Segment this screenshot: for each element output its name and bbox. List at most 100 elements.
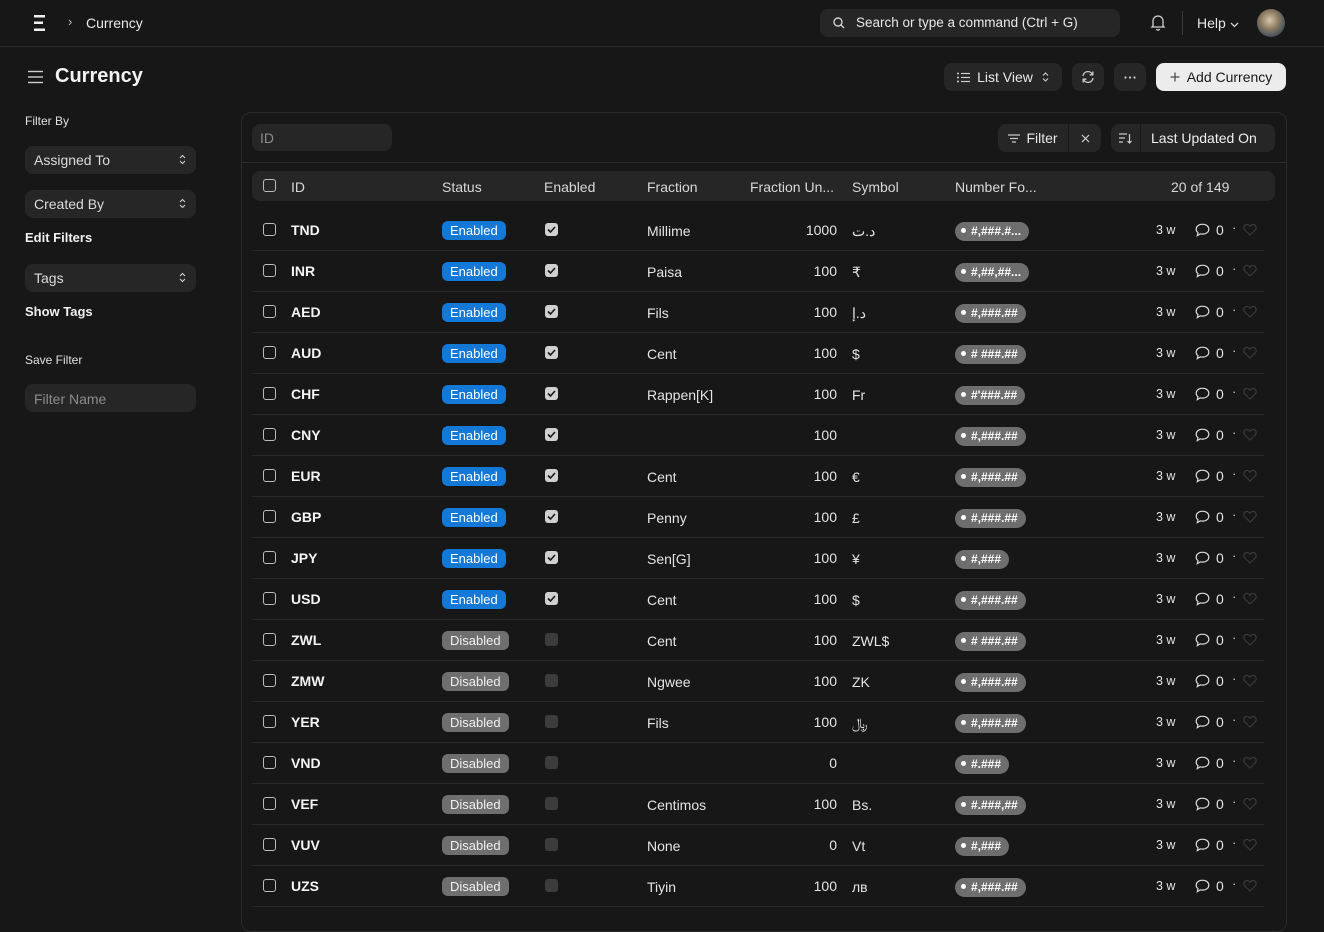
currency-id[interactable]: EUR: [291, 468, 321, 484]
bell-icon[interactable]: [1150, 14, 1166, 31]
filter-button[interactable]: Filter: [998, 124, 1068, 152]
row-checkbox[interactable]: [263, 879, 276, 892]
comment-count[interactable]: 0: [1195, 796, 1224, 812]
clear-filter-button[interactable]: [1069, 124, 1101, 152]
comment-count[interactable]: 0: [1195, 550, 1224, 566]
currency-id[interactable]: VND: [291, 755, 321, 771]
table-row[interactable]: AUD Enabled Cent 100 $ # ###.## 3 w 0 ·: [252, 333, 1264, 374]
table-row[interactable]: TND Enabled Millime 1000 د.ت #,###.#... 3 w 0 ·: [252, 210, 1264, 251]
row-checkbox[interactable]: [263, 838, 276, 851]
table-row[interactable]: CHF Enabled Rappen[K] 100 Fr #'###.## 3 w 0 ·: [252, 374, 1264, 415]
table-row[interactable]: VUV Disabled None 0 Vt #,### 3 w 0 ·: [252, 825, 1264, 866]
table-row[interactable]: UZS Disabled Tiyin 100 лв #,###.## 3 w 0 ·: [252, 866, 1264, 907]
search-bar[interactable]: Search or type a command (Ctrl + G): [820, 9, 1120, 37]
breadcrumb-currency[interactable]: Currency: [86, 15, 143, 31]
currency-id[interactable]: ZMW: [291, 673, 324, 689]
assigned-to-select[interactable]: Assigned To: [25, 146, 196, 174]
row-checkbox[interactable]: [263, 305, 276, 318]
help-menu[interactable]: Help: [1197, 15, 1239, 31]
heart-icon[interactable]: [1243, 592, 1257, 605]
heart-icon[interactable]: [1243, 469, 1257, 482]
heart-icon[interactable]: [1243, 715, 1257, 728]
show-tags-link[interactable]: Show Tags: [25, 304, 93, 319]
more-actions-button[interactable]: [1114, 63, 1146, 91]
tags-select[interactable]: Tags: [25, 264, 196, 292]
table-row[interactable]: GBP Enabled Penny 100 £ #,###.## 3 w 0 ·: [252, 497, 1264, 538]
comment-count[interactable]: 0: [1195, 345, 1224, 361]
comment-count[interactable]: 0: [1195, 386, 1224, 402]
row-checkbox[interactable]: [263, 428, 276, 441]
row-checkbox[interactable]: [263, 264, 276, 277]
heart-icon[interactable]: [1243, 428, 1257, 441]
currency-id[interactable]: UZS: [291, 878, 319, 894]
row-checkbox[interactable]: [263, 715, 276, 728]
row-checkbox[interactable]: [263, 510, 276, 523]
currency-id[interactable]: USD: [291, 591, 321, 607]
comment-count[interactable]: 0: [1195, 878, 1224, 894]
heart-icon[interactable]: [1243, 633, 1257, 646]
comment-count[interactable]: 0: [1195, 673, 1224, 689]
row-checkbox[interactable]: [263, 674, 276, 687]
table-row[interactable]: JPY Enabled Sen[G] 100 ¥ #,### 3 w 0 ·: [252, 538, 1264, 579]
sort-order-button[interactable]: [1111, 124, 1140, 152]
heart-icon[interactable]: [1243, 674, 1257, 687]
row-checkbox[interactable]: [263, 223, 276, 236]
column-number-format[interactable]: Number Fo...: [955, 179, 1037, 195]
created-by-select[interactable]: Created By: [25, 190, 196, 218]
currency-id[interactable]: JPY: [291, 550, 317, 566]
comment-count[interactable]: 0: [1195, 222, 1224, 238]
currency-id[interactable]: CNY: [291, 427, 321, 443]
column-status[interactable]: Status: [442, 179, 482, 195]
list-view-button[interactable]: List View: [944, 63, 1062, 91]
column-fraction[interactable]: Fraction: [647, 179, 698, 195]
currency-id[interactable]: VEF: [291, 796, 318, 812]
edit-filters-link[interactable]: Edit Filters: [25, 230, 92, 245]
row-checkbox[interactable]: [263, 469, 276, 482]
select-all-checkbox[interactable]: [263, 179, 276, 192]
comment-count[interactable]: 0: [1195, 304, 1224, 320]
comment-count[interactable]: 0: [1195, 427, 1224, 443]
currency-id[interactable]: YER: [291, 714, 320, 730]
id-filter-input[interactable]: ID: [252, 124, 392, 151]
column-fraction-units[interactable]: Fraction Un...: [750, 179, 834, 195]
table-row[interactable]: USD Enabled Cent 100 $ #,###.## 3 w 0 ·: [252, 579, 1264, 620]
heart-icon[interactable]: [1243, 756, 1257, 769]
heart-icon[interactable]: [1243, 264, 1257, 277]
table-row[interactable]: AED Enabled Fils 100 د.إ #,###.## 3 w 0 ·: [252, 292, 1264, 333]
row-checkbox[interactable]: [263, 633, 276, 646]
currency-id[interactable]: AED: [291, 304, 321, 320]
sort-field-button[interactable]: Last Updated On: [1151, 130, 1257, 146]
comment-count[interactable]: 0: [1195, 591, 1224, 607]
currency-id[interactable]: ZWL: [291, 632, 321, 648]
heart-icon[interactable]: [1243, 305, 1257, 318]
comment-count[interactable]: 0: [1195, 509, 1224, 525]
sidebar-toggle-icon[interactable]: [28, 70, 43, 84]
heart-icon[interactable]: [1243, 387, 1257, 400]
currency-id[interactable]: AUD: [291, 345, 321, 361]
table-row[interactable]: VND Disabled 0 #.### 3 w 0 ·: [252, 743, 1264, 784]
row-checkbox[interactable]: [263, 387, 276, 400]
currency-id[interactable]: CHF: [291, 386, 320, 402]
comment-count[interactable]: 0: [1195, 263, 1224, 279]
table-row[interactable]: ZWL Disabled Cent 100 ZWL$ # ###.## 3 w 0 ·: [252, 620, 1264, 661]
heart-icon[interactable]: [1243, 346, 1257, 359]
currency-id[interactable]: VUV: [291, 837, 320, 853]
table-row[interactable]: CNY Enabled 100 #,###.## 3 w 0 ·: [252, 415, 1264, 456]
refresh-button[interactable]: [1072, 63, 1104, 91]
row-checkbox[interactable]: [263, 551, 276, 564]
filter-name-input[interactable]: Filter Name: [25, 384, 196, 412]
heart-icon[interactable]: [1243, 510, 1257, 523]
table-row[interactable]: YER Disabled Fils 100 ﷼ #,###.## 3 w 0 ·: [252, 702, 1264, 743]
app-logo-icon[interactable]: [33, 14, 47, 32]
currency-id[interactable]: TND: [291, 222, 320, 238]
user-avatar[interactable]: [1257, 9, 1285, 37]
heart-icon[interactable]: [1243, 223, 1257, 236]
heart-icon[interactable]: [1243, 838, 1257, 851]
column-id[interactable]: ID: [291, 179, 305, 195]
heart-icon[interactable]: [1243, 797, 1257, 810]
column-symbol[interactable]: Symbol: [852, 179, 899, 195]
table-row[interactable]: ZMW Disabled Ngwee 100 ZK #,###.## 3 w 0 ·: [252, 661, 1264, 702]
table-row[interactable]: VEF Disabled Centimos 100 Bs. #.###,## 3 w 0 ·: [252, 784, 1264, 825]
column-enabled[interactable]: Enabled: [544, 179, 595, 195]
heart-icon[interactable]: [1243, 551, 1257, 564]
